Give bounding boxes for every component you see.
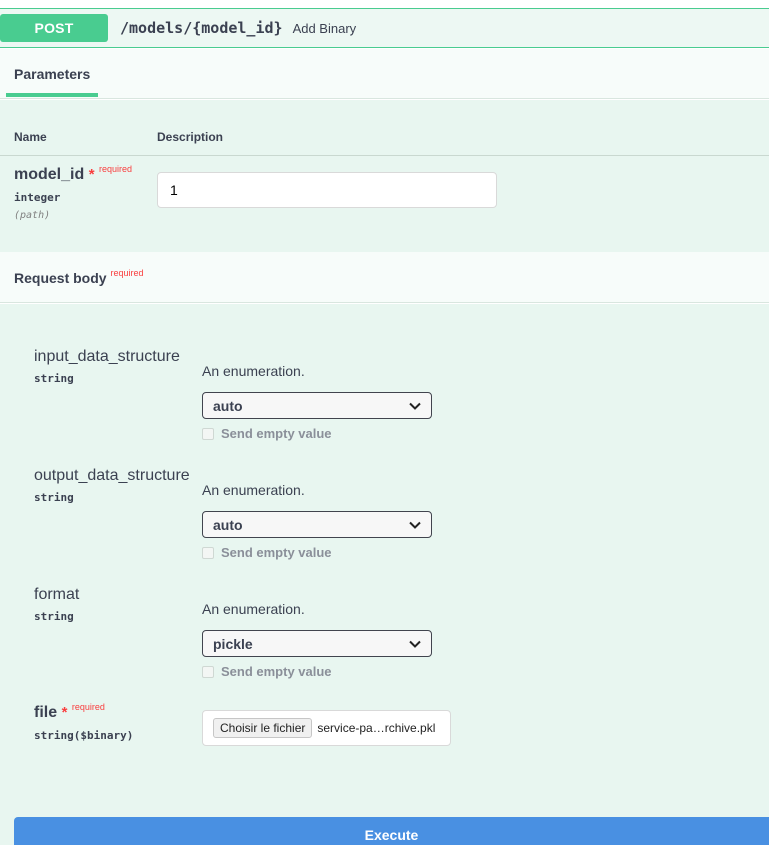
operation-summary[interactable]: POST /models/{model_id} Add Binary — [0, 8, 769, 48]
required-label: required — [71, 702, 105, 712]
model-id-input[interactable]: 1 — [157, 172, 497, 208]
field-type: string — [34, 610, 74, 623]
field-description: An enumeration. — [202, 601, 305, 617]
field-name-file: file * required — [34, 702, 105, 722]
param-location: (path) — [14, 210, 51, 221]
request-body-header: Request body required — [0, 252, 769, 303]
send-empty-row: Send empty value — [202, 426, 332, 441]
column-header-name: Name — [14, 130, 47, 144]
required-star: * — [88, 166, 95, 183]
choose-file-button[interactable]: Choisir le fichier — [213, 718, 313, 738]
send-empty-label: Send empty value — [221, 545, 332, 560]
output-data-structure-select[interactable]: auto — [202, 511, 432, 538]
send-empty-label: Send empty value — [221, 664, 332, 679]
required-star: * — [61, 704, 68, 721]
send-empty-checkbox[interactable] — [202, 546, 214, 559]
field-type: string — [34, 491, 74, 504]
selected-file-name: service-pa…rchive.pkl — [317, 721, 436, 735]
param-type: integer — [14, 191, 61, 204]
file-input[interactable]: Choisir le fichier service-pa…rchive.pkl — [202, 710, 451, 746]
execute-button[interactable]: Execute — [14, 817, 769, 845]
file-field-label: file — [34, 704, 58, 721]
parameters-header: Parameters — [0, 49, 769, 99]
send-empty-checkbox[interactable] — [202, 427, 214, 440]
select-value: auto — [213, 397, 243, 414]
operation-path: /models/{model_id} — [120, 19, 283, 37]
request-body-title: Request body required — [14, 268, 144, 286]
format-select[interactable]: pickle — [202, 630, 432, 657]
tab-parameters[interactable]: Parameters — [14, 66, 90, 82]
send-empty-row: Send empty value — [202, 664, 332, 679]
send-empty-label: Send empty value — [221, 426, 332, 441]
select-value: pickle — [213, 635, 253, 652]
required-label: required — [98, 164, 133, 174]
method-badge: POST — [0, 14, 108, 42]
operation-summary-text: Add Binary — [292, 20, 357, 36]
chevron-down-icon — [409, 521, 421, 529]
send-empty-checkbox[interactable] — [202, 665, 214, 678]
chevron-down-icon — [409, 640, 421, 648]
header-divider — [0, 155, 769, 156]
request-body-form: input_data_structure string An enumerati… — [0, 304, 769, 845]
field-description: An enumeration. — [202, 363, 305, 379]
field-type: string — [34, 372, 74, 385]
field-description: An enumeration. — [202, 482, 305, 498]
field-name-format: format — [34, 586, 80, 603]
field-name-output-data-structure: output_data_structure — [34, 467, 190, 484]
tab-active-indicator — [6, 93, 98, 97]
input-data-structure-select[interactable]: auto — [202, 392, 432, 419]
send-empty-row: Send empty value — [202, 545, 332, 560]
select-value: auto — [213, 516, 243, 533]
param-name-label: model_id — [14, 166, 85, 183]
chevron-down-icon — [409, 402, 421, 410]
field-name-input-data-structure: input_data_structure — [34, 348, 180, 365]
request-body-title-text: Request body — [14, 270, 107, 286]
parameters-table: Name Description model_id * required int… — [0, 100, 769, 252]
field-type: string($binary) — [34, 729, 134, 742]
param-name: model_id * required — [14, 164, 133, 184]
required-label: required — [110, 268, 144, 278]
column-header-description: Description — [157, 130, 224, 144]
